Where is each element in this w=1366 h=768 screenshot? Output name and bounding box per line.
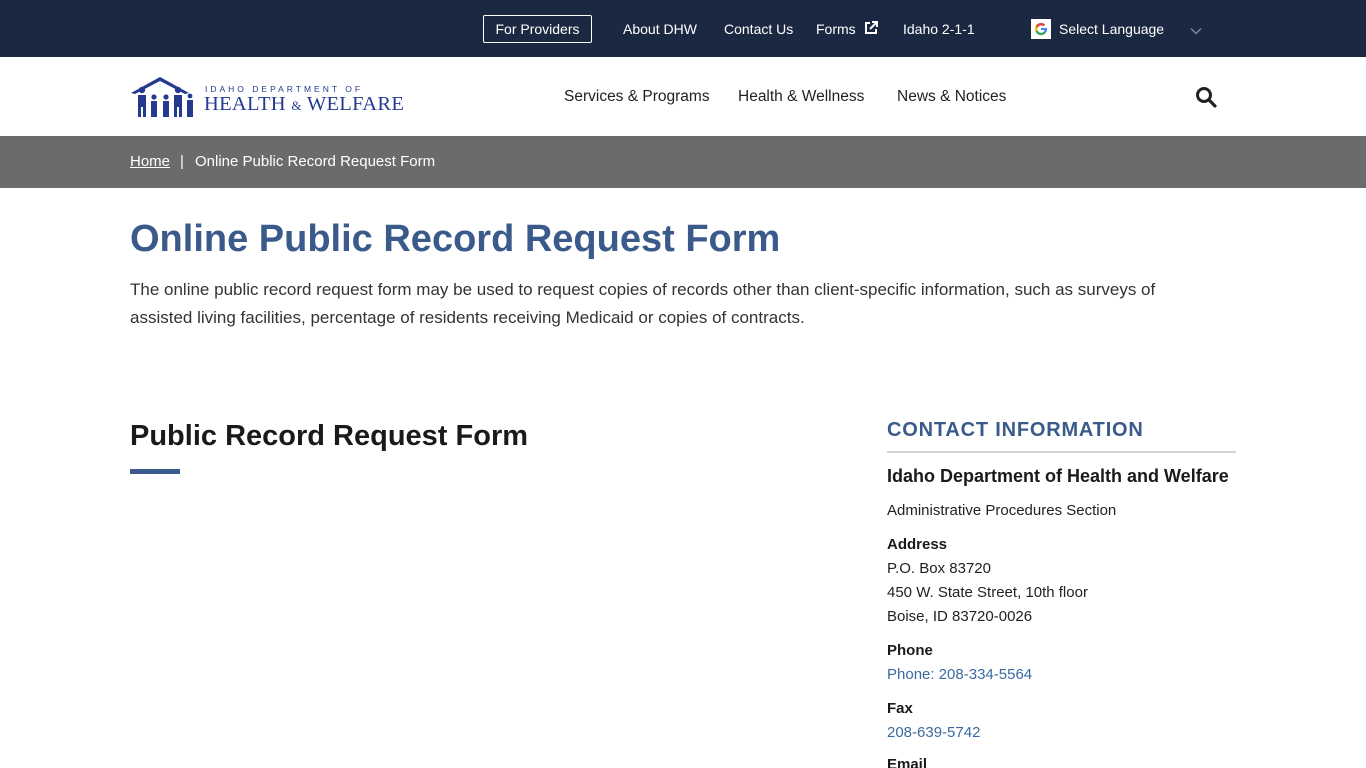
contact-section-name: Administrative Procedures Section [887, 502, 1117, 519]
logo-title: HEALTH & WELFARE [204, 93, 404, 116]
contact-divider [887, 451, 1236, 453]
google-g-icon [1031, 19, 1051, 39]
fax-link[interactable]: 208-639-5742 [887, 724, 980, 741]
for-providers-button[interactable]: For Providers [483, 15, 592, 43]
breadcrumb-current: Online Public Record Request Form [195, 153, 436, 170]
contact-org-name: Idaho Department of Health and Welfare [887, 466, 1229, 486]
logo-word-welfare: WELFARE [306, 93, 405, 115]
address-line: 450 W. State Street, 10th floor [887, 584, 1088, 601]
family-logo-icon [131, 77, 193, 117]
address-line: Boise, ID 83720-0026 [887, 608, 1033, 625]
address-label: Address [887, 536, 948, 553]
search-icon[interactable] [1195, 86, 1217, 108]
nav-health-wellness[interactable]: Health & Wellness [738, 88, 864, 106]
contact-heading: CONTACT INFORMATION [887, 419, 1144, 441]
form-section-title: Public Record Request Form [130, 420, 529, 452]
contact-us-link[interactable]: Contact Us [724, 20, 793, 38]
language-label: Select Language [1059, 21, 1165, 37]
nav-services-programs[interactable]: Services & Programs [564, 88, 710, 106]
section-title-underline [130, 469, 180, 474]
fax-label: Fax [887, 700, 913, 717]
intro-text: The online public record request form ma… [130, 280, 1156, 327]
chevron-down-icon[interactable] [1190, 27, 1202, 35]
about-dhw-link[interactable]: About DHW [623, 20, 697, 38]
breadcrumb-separator: | [180, 153, 184, 170]
language-selector[interactable]: Select Language [1031, 19, 1164, 39]
forms-link[interactable]: Forms [816, 20, 856, 38]
breadcrumb: Home | Online Public Record Request Form [0, 136, 1366, 188]
address-line: P.O. Box 83720 [887, 560, 991, 577]
dhw-logo[interactable]: IDAHO DEPARTMENT OF HEALTH & WELFARE [130, 75, 404, 119]
phone-link[interactable]: Phone: 208-334-5564 [887, 666, 1032, 683]
idaho-211-link[interactable]: Idaho 2-1-1 [903, 20, 975, 38]
logo-word-health: HEALTH [204, 93, 286, 115]
external-link-icon[interactable] [864, 21, 878, 35]
site-header: IDAHO DEPARTMENT OF HEALTH & WELFARE Ser… [0, 57, 1366, 136]
email-label: Email [887, 756, 928, 768]
utility-bar: For Providers About DHW Contact Us Forms… [0, 0, 1366, 57]
page-title: Online Public Record Request Form [130, 218, 781, 260]
nav-news-notices[interactable]: News & Notices [897, 88, 1006, 106]
breadcrumb-home-link[interactable]: Home [130, 153, 170, 170]
phone-label: Phone [887, 642, 933, 659]
logo-ampersand: & [291, 98, 302, 113]
